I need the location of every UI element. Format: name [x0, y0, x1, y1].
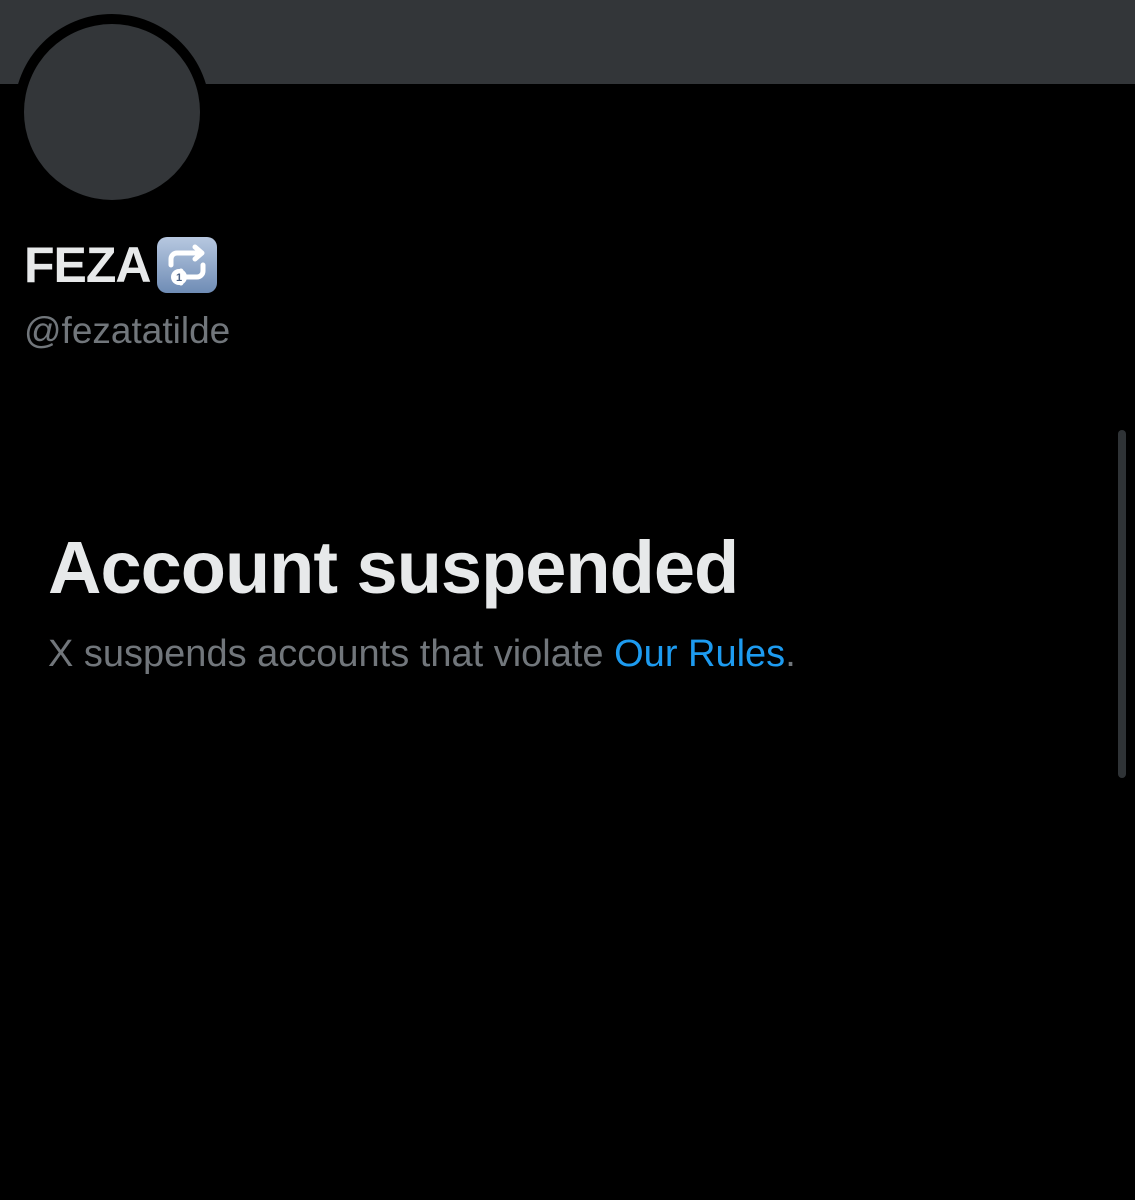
profile-name-row: FEZA 1	[24, 234, 219, 296]
profile-handle: @fezatatilde	[24, 310, 231, 351]
repeat-single-button-icon: 1	[156, 237, 217, 293]
suspension-message-suffix: .	[785, 633, 796, 675]
avatar[interactable]	[14, 14, 210, 210]
suspension-message: X suspends accounts that violate Our Rul…	[48, 628, 796, 680]
suspension-message-prefix: X suspends accounts that violate	[48, 633, 615, 675]
our-rules-link[interactable]: Our Rules	[614, 633, 785, 675]
display-name: FEZA	[24, 237, 152, 293]
scrollbar[interactable]	[1118, 430, 1126, 778]
svg-text:1: 1	[175, 272, 181, 284]
suspension-notice: Account suspended X suspends accounts th…	[48, 520, 796, 680]
suspension-title: Account suspended	[48, 526, 739, 609]
avatar-placeholder	[24, 24, 200, 200]
